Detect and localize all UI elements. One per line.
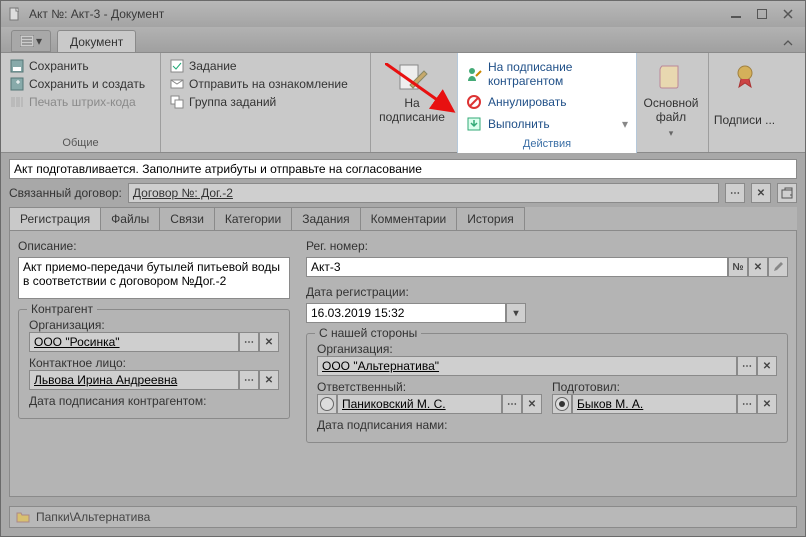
open-button[interactable] [777,183,797,203]
ellipsis-button[interactable]: ⋯ [725,183,745,203]
prohibit-icon [466,94,482,110]
execute-icon [466,116,482,132]
ellipsis-button[interactable]: ⋯ [239,370,259,390]
dropdown-button[interactable]: ▾ [506,303,526,323]
sign-by-contragent-button[interactable]: На подписание контрагентом [464,57,630,91]
status-field [9,159,797,179]
pencil-icon [773,262,783,272]
checkbox-icon [169,58,185,74]
ribbon-collapse-button[interactable] [777,34,799,52]
clear-button[interactable]: ✕ [259,332,279,352]
window-title: Акт №: Акт-3 - Документ [29,7,721,21]
ellipsis-button[interactable]: ⋯ [737,394,757,414]
prepared-radio[interactable] [552,394,572,414]
prepared-input[interactable] [572,394,737,414]
tab-tasks[interactable]: Задания [291,207,360,230]
detail-tabstrip: Регистрация Файлы Связи Категории Задани… [9,207,797,231]
tab-categories[interactable]: Категории [214,207,292,230]
form-panel: Описание: Контрагент Организация: ⋯ ✕ Ко… [9,231,797,497]
reg-date-input[interactable] [306,303,506,323]
chevron-down-icon: ▾ [622,117,628,131]
ellipsis-button[interactable]: ⋯ [737,356,757,376]
clear-button[interactable]: ✕ [757,356,777,376]
open-icon [781,187,793,199]
left-column: Описание: Контрагент Организация: ⋯ ✕ Ко… [18,239,290,488]
chevron-down-icon: ▾ [669,128,674,138]
edit-button[interactable] [768,257,788,277]
tab-files[interactable]: Файлы [100,207,160,230]
responsible-radio[interactable] [317,394,337,414]
sign-pen-icon [395,60,429,94]
clear-button[interactable]: ✕ [757,394,777,414]
document-icon [7,6,23,22]
tab-history[interactable]: История [456,207,525,230]
ribbon: Сохранить Сохранить и создать Печать штр… [1,53,805,153]
tab-links[interactable]: Связи [159,207,215,230]
linked-contract-row: Связанный договор: Договор №: Дог.-2 ⋯ ✕ [1,183,805,207]
clear-button[interactable]: ✕ [751,183,771,203]
ribbon-tab-document[interactable]: Документ [57,30,136,52]
signatures-button[interactable]: Подписи ... [708,53,780,152]
app-window: Акт №: Акт-3 - Документ ▾ Документ Сохра… [0,0,806,537]
path-bar[interactable]: Папки\Альтернатива [9,506,797,528]
save-icon [9,58,25,74]
description-label: Описание: [18,239,290,253]
ribbon-group-actions: На подписание контрагентом Аннулировать … [457,53,637,153]
task-button[interactable]: Задание [167,57,364,75]
linked-contract-field[interactable]: Договор №: Дог.-2 [128,183,719,203]
chevron-down-icon: ▾ [36,34,42,48]
task-group-button[interactable]: Группа заданий [167,93,364,111]
contragent-org-input[interactable] [29,332,239,352]
close-button[interactable] [777,6,799,22]
view-menu-button[interactable]: ▾ [11,30,51,52]
list-icon [20,35,34,47]
sign-button[interactable]: На подписание [371,53,453,152]
description-input[interactable] [18,257,290,299]
title-bar: Акт №: Акт-3 - Документ [1,1,805,27]
group-label-actions: Действия [464,135,630,153]
send-icon [169,76,185,92]
tab-registration[interactable]: Регистрация [9,207,101,230]
clear-button[interactable]: ✕ [522,394,542,414]
maximize-button[interactable] [751,6,773,22]
save-and-create-button[interactable]: Сохранить и создать [7,75,154,93]
tab-comments[interactable]: Комментарии [360,207,458,230]
contact-input[interactable] [29,370,239,390]
group-label-general: Общие [7,135,154,152]
scroll-icon [654,60,688,94]
right-column: Рег. номер: № ✕ Дата регистрации: ▾ С на… [306,239,788,488]
group-icon [169,94,185,110]
minimize-button[interactable] [725,6,747,22]
ribbon-group-general: Сохранить Сохранить и создать Печать штр… [1,53,161,152]
save-plus-icon [9,76,25,92]
send-review-button[interactable]: Отправить на ознакомление [167,75,364,93]
barcode-icon [9,94,25,110]
person-sign-icon [466,66,482,82]
ribbon-group-tasks: Задание Отправить на ознакомление Группа… [161,53,371,152]
contragent-group: Контрагент Организация: ⋯ ✕ Контактное л… [18,309,290,419]
main-file-button[interactable]: Основной файл ▾ [633,53,708,152]
clear-button[interactable]: ✕ [259,370,279,390]
reg-no-input[interactable] [306,257,728,277]
ribbon-tabstrip: ▾ Документ [1,27,805,53]
save-button[interactable]: Сохранить [7,57,154,75]
our-org-input[interactable] [317,356,737,376]
ellipsis-button[interactable]: ⋯ [239,332,259,352]
ellipsis-button[interactable]: ⋯ [502,394,522,414]
execute-button[interactable]: Выполнить ▾ [464,113,630,135]
linked-label: Связанный договор: [9,186,122,200]
clear-button[interactable]: ✕ [748,257,768,277]
print-barcode-button: Печать штрих-кода [7,93,154,111]
ourside-group: С нашей стороны Организация: ⋯ ✕ Ответст… [306,333,788,443]
medal-icon [728,60,762,94]
responsible-input[interactable] [337,394,502,414]
number-button[interactable]: № [728,257,748,277]
cancel-button[interactable]: Аннулировать [464,91,630,113]
status-input[interactable] [9,159,797,179]
folder-icon [16,511,30,523]
